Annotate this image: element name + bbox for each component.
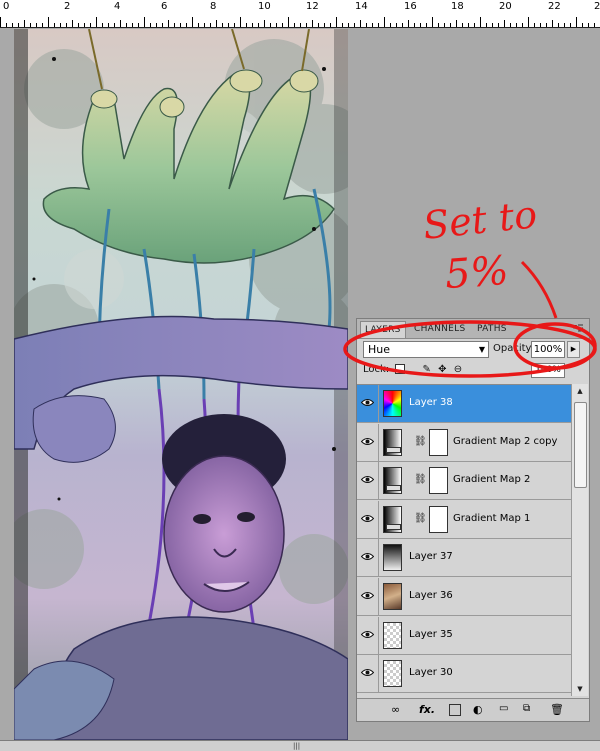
resize-grip-icon[interactable]: ||| [293,742,300,750]
status-bar: ||| [0,740,600,751]
annotation-markings [343,260,597,378]
annotation-arrow [520,260,558,319]
